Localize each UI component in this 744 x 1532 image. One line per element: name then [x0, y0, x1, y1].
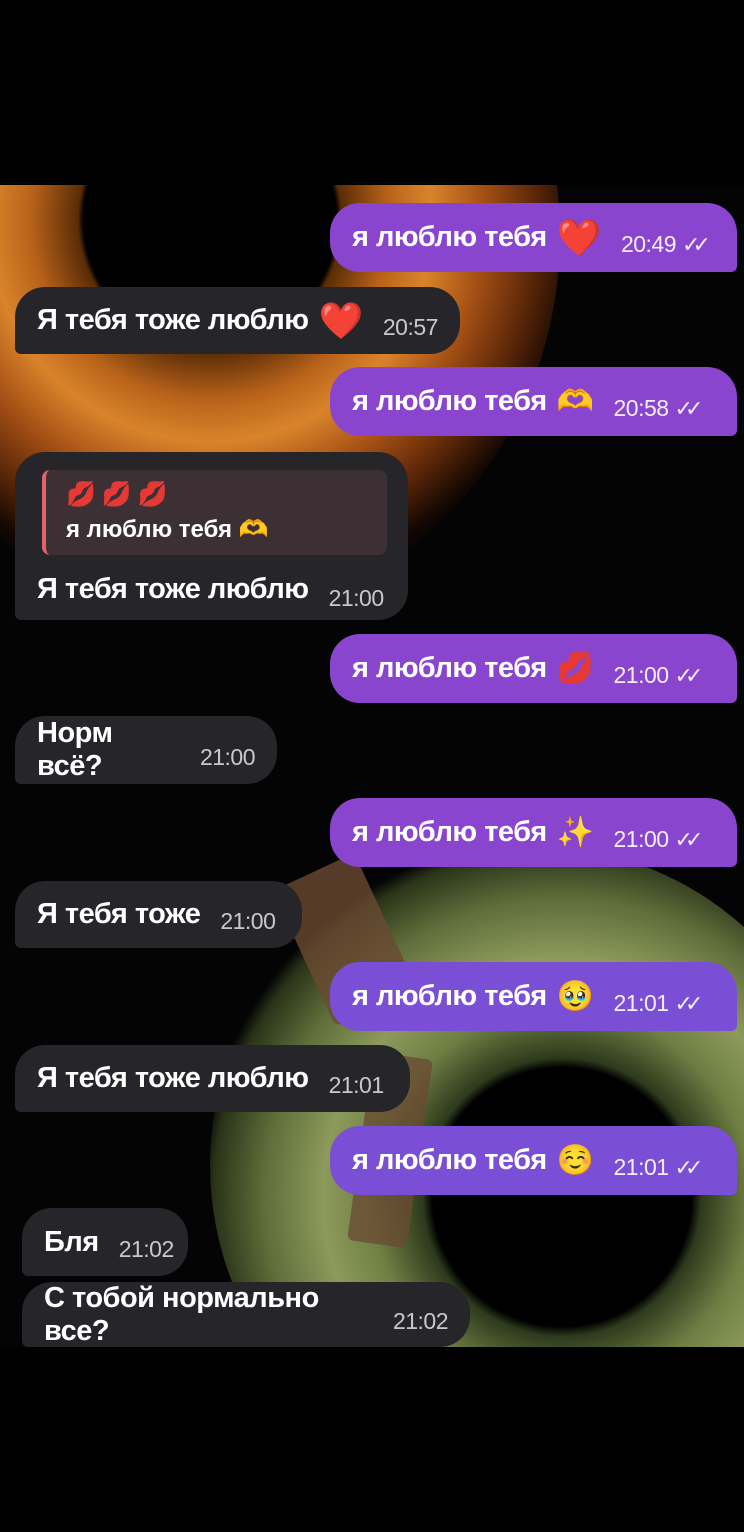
message-outgoing[interactable]: я люблю тебя 🥹 21:01 ✓✓	[330, 962, 737, 1031]
message-time: 21:00	[199, 743, 256, 770]
message-time: 21:01	[613, 990, 669, 1016]
message-time: 21:00	[613, 826, 669, 852]
message-text: Я тебя тоже люблю	[37, 573, 309, 605]
double-check-icon: ✓✓	[674, 1154, 704, 1180]
message-incoming[interactable]: Я тебя тоже люблю ❤️ 20:57	[15, 287, 460, 354]
chat-messages: я люблю тебя ❤️ 20:49 ✓✓ Я тебя тоже люб…	[0, 0, 744, 1532]
message-time: 21:02	[118, 1235, 175, 1262]
message-text: С тобой нормально все?	[44, 1281, 319, 1347]
message-time: 20:49	[620, 231, 677, 257]
sparkles-emoji: ✨	[556, 816, 594, 849]
message-time: 21:00	[328, 585, 385, 611]
reply-quote-text: я люблю тебя 🫶	[66, 516, 269, 543]
message-text: Я тебя тоже люблю	[37, 304, 309, 336]
message-incoming[interactable]: С тобой нормально все? 21:02	[22, 1282, 470, 1347]
heart-hands-emoji: 🫶	[556, 385, 594, 418]
message-outgoing[interactable]: я люблю тебя 💋 21:00 ✓✓	[330, 634, 737, 703]
message-time: 20:57	[382, 314, 439, 340]
message-time: 21:02	[392, 1308, 449, 1334]
message-time: 21:00	[220, 908, 276, 934]
kiss-emoji: 💋💋💋	[66, 481, 174, 508]
message-text: Бля	[44, 1225, 99, 1258]
message-text: я люблю тебя	[352, 816, 547, 848]
message-outgoing[interactable]: я люблю тебя ✨ 21:00 ✓✓	[330, 798, 737, 867]
message-text: я люблю тебя	[352, 980, 547, 1012]
message-outgoing[interactable]: я люблю тебя ☺️ 21:01 ✓✓	[330, 1126, 737, 1195]
double-check-icon: ✓✓	[674, 395, 704, 421]
message-text: Норм всё?	[37, 717, 113, 782]
message-text: Я тебя тоже люблю	[37, 1062, 309, 1094]
message-text: я люблю тебя	[352, 652, 547, 684]
message-outgoing[interactable]: я люблю тебя ❤️ 20:49 ✓✓	[330, 203, 737, 272]
double-check-icon: ✓✓	[682, 231, 711, 257]
message-incoming[interactable]: Бля 21:02	[22, 1208, 188, 1276]
message-time: 21:00	[613, 662, 669, 688]
message-incoming[interactable]: Я тебя тоже люблю 21:01	[15, 1045, 410, 1112]
message-text: я люблю тебя	[352, 221, 547, 253]
red-heart-emoji: ❤️	[318, 299, 364, 341]
message-time: 21:01	[613, 1154, 669, 1180]
message-text: Я тебя тоже	[37, 898, 201, 930]
double-check-icon: ✓✓	[674, 990, 704, 1016]
message-time: 20:58	[613, 395, 669, 421]
message-incoming[interactable]: Я тебя тоже 21:00	[15, 881, 302, 948]
pleading-face-emoji: 🥹	[556, 980, 594, 1013]
kiss-emoji: 💋	[556, 652, 594, 685]
message-time: 21:01	[328, 1072, 385, 1098]
double-check-icon: ✓✓	[674, 662, 704, 688]
smiling-face-emoji: ☺️	[556, 1144, 594, 1177]
message-text: я люблю тебя	[352, 385, 547, 417]
double-check-icon: ✓✓	[674, 826, 704, 852]
reply-quote[interactable]: 💋💋💋 я люблю тебя 🫶	[42, 470, 387, 555]
message-outgoing[interactable]: я люблю тебя 🫶 20:58 ✓✓	[330, 367, 737, 436]
message-text: я люблю тебя	[352, 1144, 547, 1176]
red-heart-emoji: ❤️	[556, 216, 602, 258]
message-incoming[interactable]: Норм всё? 21:00	[15, 716, 277, 784]
